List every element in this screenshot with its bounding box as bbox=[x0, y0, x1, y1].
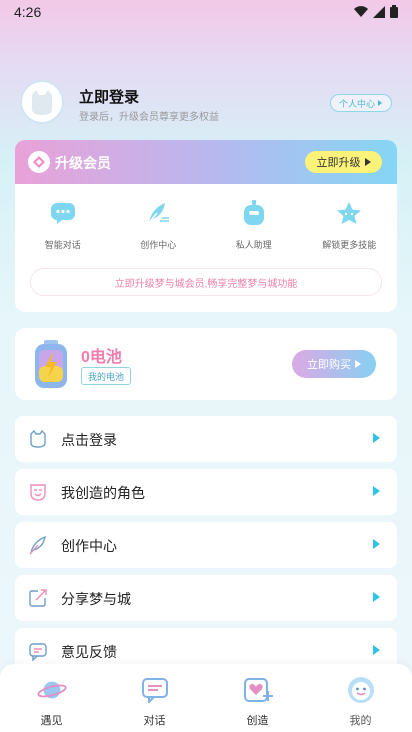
feature-smart-chat[interactable]: 智能对话 bbox=[15, 198, 111, 251]
wifi-icon bbox=[354, 5, 368, 17]
chevron-right-icon bbox=[378, 100, 382, 106]
feature-label: 创作中心 bbox=[140, 240, 177, 250]
feature-unlock-skills[interactable]: 解锁更多技能 bbox=[302, 198, 398, 251]
tab-label: 我的 bbox=[349, 715, 372, 727]
play-arrow-icon bbox=[364, 158, 371, 166]
profile-header[interactable]: 立即登录 登录后，升级会员尊享更多权益 个人中心 bbox=[20, 80, 392, 124]
vip-header: 升级会员 立即升级 bbox=[15, 140, 397, 184]
menu-item-creation-center[interactable]: 创作中心 bbox=[15, 522, 397, 568]
arrow-right-icon bbox=[373, 539, 380, 549]
feather-pen-icon bbox=[143, 198, 173, 228]
heart-create-icon bbox=[243, 676, 273, 704]
login-title[interactable]: 立即登录 bbox=[79, 86, 139, 107]
battery-count: 0电池 bbox=[81, 349, 122, 366]
personal-center-button[interactable]: 个人中心 bbox=[329, 94, 392, 112]
menu-label: 创作中心 bbox=[61, 538, 117, 554]
chat-icon bbox=[140, 676, 170, 704]
planet-icon bbox=[36, 676, 67, 704]
feature-label: 私人助理 bbox=[235, 240, 272, 250]
robot-icon bbox=[239, 198, 269, 228]
menu-item-login[interactable]: 点击登录 bbox=[15, 416, 397, 462]
arrow-right-icon bbox=[373, 592, 380, 602]
arrow-right-icon bbox=[373, 486, 380, 496]
menu-label: 我创造的角色 bbox=[61, 485, 145, 501]
status-time: 4:26 bbox=[14, 4, 42, 20]
tab-create[interactable]: 创造 bbox=[206, 664, 309, 732]
vip-title: 升级会员 bbox=[55, 155, 111, 171]
upgrade-button[interactable]: 立即升级 bbox=[305, 151, 382, 173]
smiley-icon bbox=[346, 676, 376, 704]
avatar[interactable] bbox=[20, 80, 64, 124]
buy-now-button[interactable]: 立即购买 bbox=[292, 350, 376, 378]
vip-features: 智能对话 创作中心 私人助理 解锁更多技能 bbox=[15, 198, 397, 251]
mask-icon bbox=[30, 484, 46, 501]
feature-assistant[interactable]: 私人助理 bbox=[206, 198, 302, 251]
tab-label: 遇见 bbox=[40, 715, 63, 727]
signal-icon bbox=[373, 5, 385, 18]
upgrade-label: 立即升级 bbox=[316, 157, 361, 169]
tab-mine[interactable]: 我的 bbox=[309, 664, 412, 732]
menu-label: 分享梦与城 bbox=[61, 591, 131, 607]
login-subtitle: 登录后，升级会员尊享更多权益 bbox=[79, 112, 219, 123]
tab-label: 创造 bbox=[246, 715, 269, 727]
feature-label: 解锁更多技能 bbox=[322, 240, 377, 250]
status-bar: 4:26 bbox=[0, 0, 412, 24]
battery-status-icon bbox=[390, 5, 398, 18]
default-avatar-icon bbox=[32, 90, 52, 115]
vip-diamond-icon bbox=[28, 151, 50, 173]
vip-card: 升级会员 立即升级 智能对话 创作中心 私人助理 解锁更多技能 立即升级梦与城会… bbox=[15, 140, 397, 312]
cat-face-icon bbox=[30, 429, 46, 448]
buy-now-label: 立即购买 bbox=[307, 359, 351, 371]
feature-label: 智能对话 bbox=[44, 240, 81, 250]
battery-icon bbox=[31, 340, 71, 395]
menu-label: 意见反馈 bbox=[61, 644, 117, 660]
personal-center-label: 个人中心 bbox=[338, 98, 375, 109]
arrow-right-icon bbox=[373, 433, 380, 443]
play-arrow-icon bbox=[355, 360, 361, 368]
bottom-tab-bar: 遇见 对话 创造 我的 bbox=[0, 664, 412, 732]
menu-label: 点击登录 bbox=[61, 432, 117, 448]
arrow-right-icon bbox=[373, 645, 380, 655]
share-icon bbox=[29, 589, 47, 607]
tab-chat[interactable]: 对话 bbox=[103, 664, 206, 732]
chat-bubble-icon bbox=[48, 198, 78, 228]
feather-icon bbox=[29, 535, 46, 555]
tab-label: 对话 bbox=[143, 715, 166, 727]
menu-item-share[interactable]: 分享梦与城 bbox=[15, 575, 397, 621]
feature-creation[interactable]: 创作中心 bbox=[111, 198, 207, 251]
status-icons bbox=[354, 5, 398, 18]
star-icon bbox=[334, 198, 364, 228]
battery-card: 0电池 我的电池 立即购买 bbox=[15, 328, 397, 400]
my-battery-tag[interactable]: 我的电池 bbox=[81, 367, 132, 385]
menu-item-my-characters[interactable]: 我创造的角色 bbox=[15, 469, 397, 515]
vip-promo-banner[interactable]: 立即升级梦与城会员,畅享完整梦与城功能 bbox=[30, 268, 382, 296]
feedback-icon bbox=[29, 643, 47, 661]
tab-meet[interactable]: 遇见 bbox=[0, 664, 103, 732]
